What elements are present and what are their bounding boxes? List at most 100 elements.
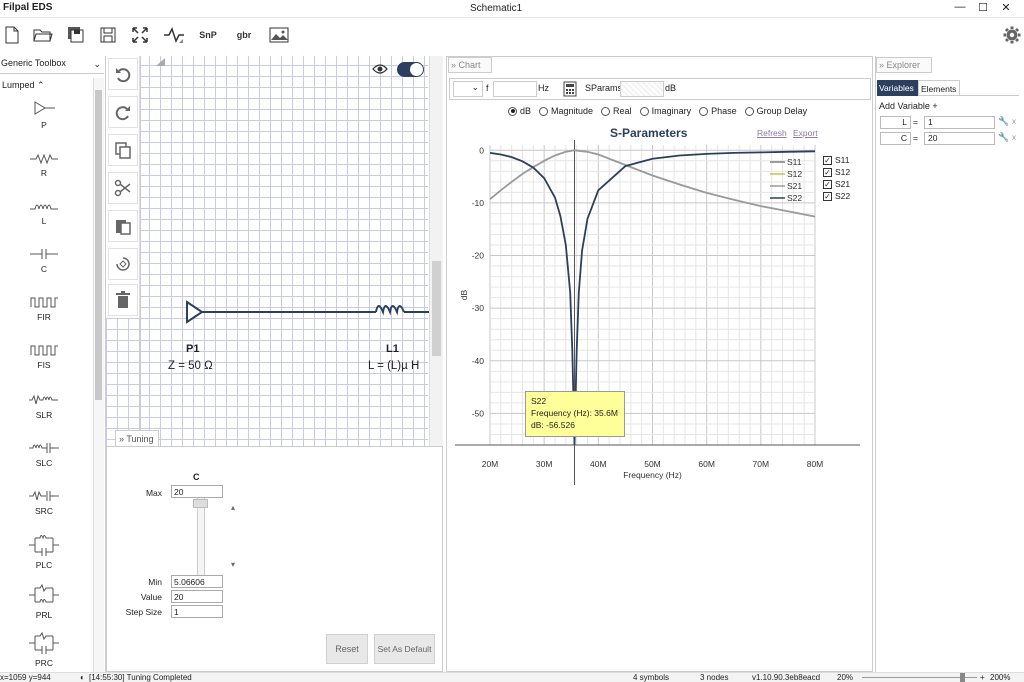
reset-button[interactable]: Reset: [326, 634, 368, 664]
y-tick-label: -50: [472, 408, 485, 418]
snp-button[interactable]: SnP: [196, 24, 220, 46]
component-prl[interactable]: PRL: [20, 584, 68, 620]
new-file-icon[interactable]: [3, 24, 21, 46]
undo-icon[interactable]: [108, 58, 138, 90]
delete-trash-icon[interactable]: [108, 284, 138, 316]
component-port[interactable]: P: [20, 100, 68, 130]
toolbox-select[interactable]: Generic Toolbox ⌄: [0, 58, 104, 74]
paste-icon[interactable]: [108, 210, 138, 242]
close-button[interactable]: ✕: [996, 1, 1016, 14]
maximize-button[interactable]: ☐: [973, 1, 993, 14]
y-tick-label: 0: [479, 145, 484, 155]
checkbox-label: S12: [835, 167, 851, 177]
add-variable-button[interactable]: Add Variable +: [879, 101, 938, 111]
schematic-canvas[interactable]: [140, 56, 428, 446]
fit-to-screen-icon[interactable]: [130, 24, 150, 46]
tuning-variable-name: C: [193, 472, 200, 482]
step-size-input[interactable]: 1: [171, 605, 223, 618]
rotate-icon[interactable]: [108, 248, 138, 280]
variable-value-field[interactable]: 1: [924, 116, 995, 129]
component-resistor[interactable]: R: [20, 154, 68, 178]
tuning-slider-track[interactable]: [197, 498, 205, 576]
checkbox-s22[interactable]: ✓ S22: [823, 191, 850, 201]
refresh-link[interactable]: Refresh: [757, 128, 787, 138]
variable-name-field[interactable]: C: [880, 132, 911, 145]
calculator-icon[interactable]: [563, 81, 577, 99]
component-fis[interactable]: FIS: [20, 344, 68, 370]
redo-icon[interactable]: [108, 96, 138, 128]
visibility-eye-icon[interactable]: [372, 63, 388, 77]
radio-phase[interactable]: Phase: [699, 106, 737, 116]
radio-real[interactable]: Real: [601, 106, 632, 116]
save-all-icon[interactable]: [66, 24, 86, 46]
variable-value-field[interactable]: 20: [924, 132, 995, 145]
explorer-panel: [875, 56, 1024, 672]
radio-group-delay[interactable]: Group Delay: [744, 106, 807, 116]
spin-down-icon[interactable]: ▾: [231, 560, 235, 569]
checkbox-s21[interactable]: ✓ S21: [823, 179, 850, 189]
max-input[interactable]: 20: [171, 485, 223, 498]
min-input[interactable]: 5.06606: [171, 575, 223, 588]
tooltip-series: S22: [531, 396, 547, 406]
component-slr[interactable]: SLR: [20, 394, 68, 420]
component-slc[interactable]: SLC: [20, 442, 68, 468]
component-inductor[interactable]: L: [20, 202, 68, 226]
schematic-canvas-left[interactable]: [106, 318, 140, 446]
component-label: SLC: [35, 458, 53, 468]
tab-elements[interactable]: Elements: [918, 80, 960, 96]
spin-up-icon[interactable]: ▴: [231, 503, 235, 512]
component-label: FIS: [37, 360, 51, 370]
zoom-min: 20%: [837, 673, 854, 682]
checkbox-s11[interactable]: ✓ S11: [823, 155, 850, 165]
category-lumped[interactable]: Lumped ⌃: [2, 80, 45, 91]
tooltip-frequency: Frequency (Hz): 35.6M: [531, 408, 618, 418]
component-prc[interactable]: PRC: [20, 632, 68, 668]
frequency-input[interactable]: [493, 81, 537, 97]
export-link[interactable]: Export: [793, 128, 818, 138]
edit-wrench-icon[interactable]: 🔧: [998, 116, 1009, 127]
zoom-plus[interactable]: +: [980, 673, 985, 682]
tuning-slider-thumb[interactable]: [193, 499, 208, 508]
component-plc[interactable]: PLC: [20, 534, 68, 570]
set-as-default-button[interactable]: Set As Default: [374, 634, 435, 664]
tab-tuning[interactable]: » Tuning: [115, 430, 159, 446]
save-icon[interactable]: [98, 24, 118, 46]
tab-variables[interactable]: Variables: [877, 80, 918, 96]
component-fir[interactable]: FIR: [20, 296, 68, 322]
image-export-icon[interactable]: [268, 24, 290, 46]
schematic-wires: [186, 300, 429, 324]
s-parameters-chart[interactable]: 20M 30M 40M 50M 60M 70M 80M 0 -10 -20 -30 -40 -50 Fre…: [455, 140, 865, 485]
component-label: P: [41, 120, 47, 130]
variable-name-field[interactable]: L: [880, 116, 911, 129]
minimize-button[interactable]: —: [950, 1, 970, 13]
sidebar-scroll-thumb[interactable]: [95, 90, 102, 400]
display-toggle[interactable]: [397, 62, 424, 77]
simulate-icon[interactable]: [162, 24, 186, 46]
chart-mode-radios: dB Magnitude Real Imaginary Phase Group …: [508, 106, 807, 116]
edit-wrench-icon[interactable]: 🔧: [998, 132, 1009, 143]
radio-db[interactable]: dB: [508, 106, 531, 116]
y-axis-label: dB: [459, 289, 469, 300]
remove-variable-icon[interactable]: x: [1012, 117, 1016, 126]
cut-scissors-icon[interactable]: [108, 172, 138, 204]
value-input[interactable]: 20: [171, 590, 223, 603]
canvas-scrollbar[interactable]: [429, 56, 443, 446]
component-capacitor[interactable]: C: [20, 248, 68, 274]
settings-gear-icon[interactable]: [1001, 24, 1023, 46]
tab-chart[interactable]: » Chart: [448, 57, 492, 73]
chart-dropdown[interactable]: ⌄: [453, 81, 483, 97]
x-tick-label: 60M: [698, 459, 715, 469]
radio-label: Phase: [711, 106, 737, 116]
sparams-input[interactable]: [620, 81, 664, 97]
radio-magnitude[interactable]: Magnitude: [539, 106, 593, 116]
checkbox-s12[interactable]: ✓ S12: [823, 167, 850, 177]
tab-explorer[interactable]: » Explorer: [876, 57, 932, 73]
component-src[interactable]: SRC: [20, 490, 68, 516]
open-folder-icon[interactable]: [33, 24, 53, 46]
zoom-slider-thumb[interactable]: [960, 673, 965, 682]
copy-icon[interactable]: [108, 134, 138, 166]
y-tick-label: -40: [472, 356, 485, 366]
gbr-button[interactable]: gbr: [232, 24, 256, 46]
radio-imaginary[interactable]: Imaginary: [639, 106, 691, 116]
remove-variable-icon[interactable]: x: [1012, 133, 1016, 142]
